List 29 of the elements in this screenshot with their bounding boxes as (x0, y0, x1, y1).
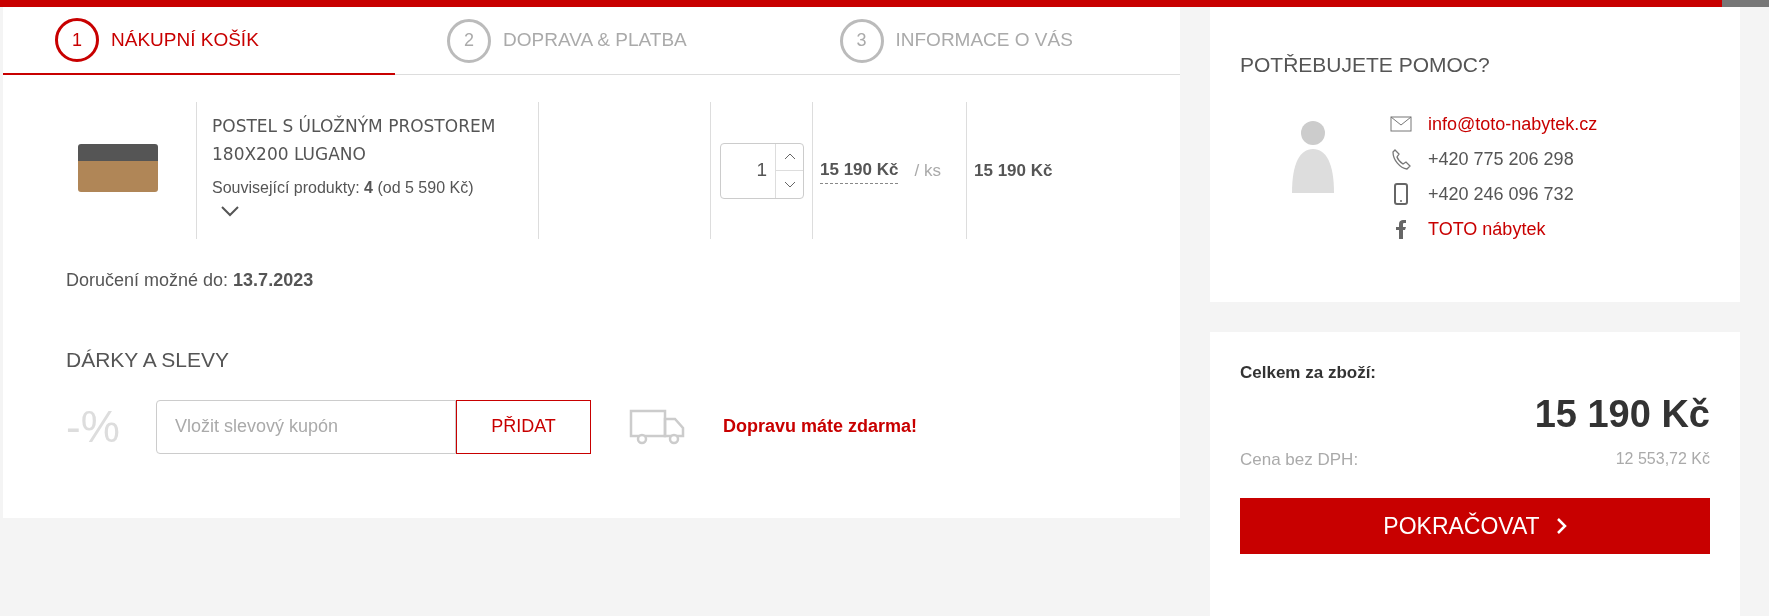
net-price-label: Cena bez DPH: (1240, 448, 1359, 471)
chevron-right-icon (1555, 517, 1567, 535)
help-title: POTŘEBUJETE POMOC? (1240, 52, 1491, 78)
checkout-step-tab[interactable]: 1 NÁKUPNÍ KOŠÍK (3, 7, 395, 75)
delivery-date: Doručení možné do: 13.7.2023 (66, 269, 315, 292)
total-price: 15 190 Kč (1534, 392, 1710, 435)
top-bar-end (1722, 0, 1769, 7)
envelope-icon (1390, 113, 1412, 135)
truck-icon (629, 408, 685, 445)
quantity-field[interactable]: 1 (720, 142, 804, 199)
continue-button[interactable]: POKRAČOVAT (1240, 498, 1710, 554)
section-title: DÁRKY A SLEVY (66, 347, 231, 373)
coupon-field[interactable]: Vložit slevový kupón (156, 399, 456, 454)
chevron-down-icon[interactable] (221, 206, 239, 217)
unit-label: / ks (914, 159, 941, 182)
contact-link[interactable]: TOTO nábytek (1428, 215, 1546, 243)
contact-link[interactable]: info@toto-nabytek.cz (1428, 110, 1598, 138)
related-products[interactable]: Související produkty: 4 (od 5 590 Kč) (212, 176, 538, 200)
phone-number: +420 775 206 298 (1428, 147, 1574, 171)
unit-price: 15 190 Kč (820, 157, 899, 184)
total-label: Celkem za zboží: (1240, 362, 1378, 384)
add-coupon-button[interactable]: PŘIDAT (456, 399, 591, 454)
percent-sign: -% (66, 400, 121, 453)
net-price: 12 553,72 Kč (1615, 448, 1710, 469)
product-name[interactable]: POSTEL S ÚLOŽNÝM PROSTOREM 180X200 LUGANO (212, 112, 512, 168)
phone-number: +420 246 096 732 (1428, 182, 1574, 206)
phone-icon (1390, 148, 1412, 170)
line-total: 15 190 Kč (974, 159, 1053, 182)
free-shipping-note: Dopravu máte zdarma! (723, 415, 918, 438)
